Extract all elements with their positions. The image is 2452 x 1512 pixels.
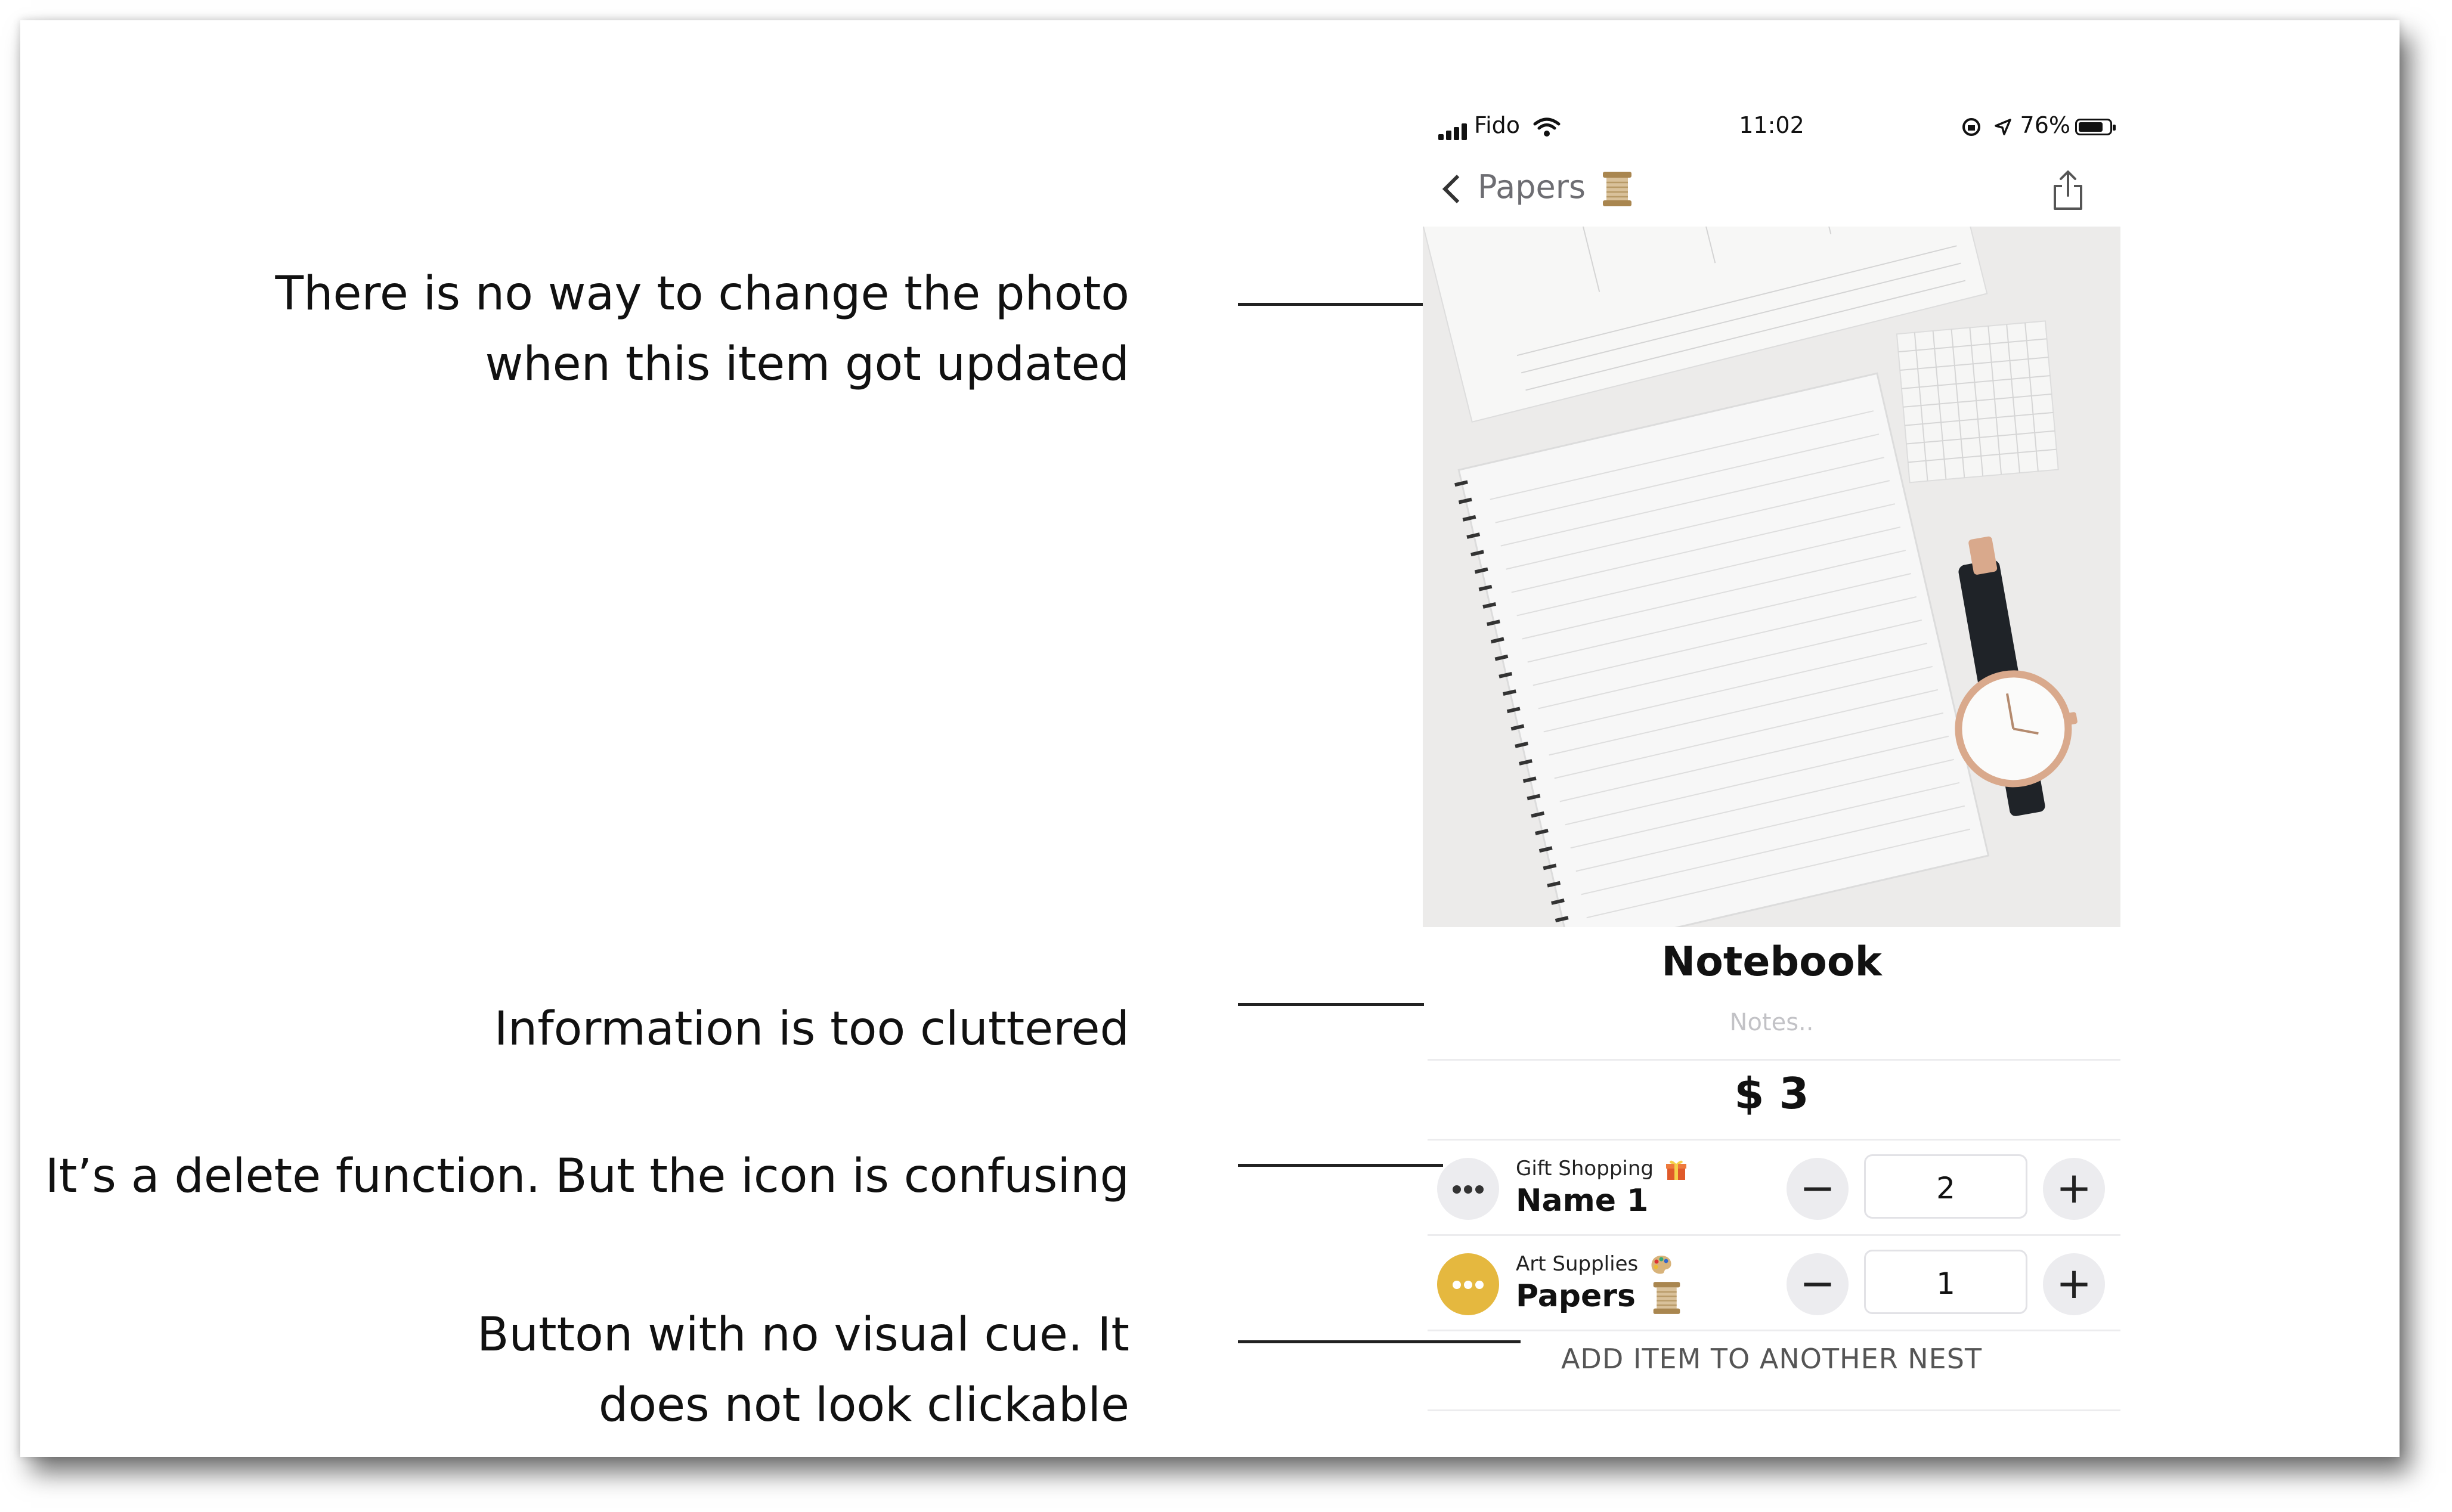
annotation-delete: It’s a delete function. But the icon is … — [45, 1150, 1129, 1203]
increment-button[interactable]: + — [2043, 1158, 2105, 1220]
slide-card: There is no way to change the photo when… — [20, 20, 2400, 1457]
back-button[interactable]: Papers — [1438, 168, 1634, 207]
battery-icon — [2075, 118, 2116, 135]
annotation-button-line2: does not look clickable — [598, 1378, 1129, 1432]
nav-bar: Papers — [1423, 161, 2120, 227]
item-photo — [1423, 227, 2120, 927]
nest-row-gift-shopping: Gift Shopping Name 1 − 2 + — [1423, 1140, 2120, 1234]
status-bar: Fido 11:02 76% — [1423, 97, 2120, 156]
notes-field[interactable]: Notes.. — [1423, 1009, 2120, 1036]
divider — [1428, 1409, 2120, 1411]
location-icon — [1995, 118, 2012, 135]
notebook-photo-image — [1423, 227, 2120, 927]
divider — [1428, 1330, 2120, 1331]
spool-icon — [1653, 1282, 1680, 1314]
quantity-field[interactable]: 1 — [1864, 1250, 2027, 1314]
nest-name: Name 1 — [1516, 1183, 1649, 1219]
item-title[interactable]: Notebook — [1423, 938, 2120, 986]
annotation-photo-line1: There is no way to change the photo — [275, 267, 1129, 321]
annotation-button: Button with no visual cue. It does not l… — [477, 1300, 1129, 1440]
nest-category: Art Supplies — [1516, 1252, 1673, 1276]
decrement-button[interactable]: − — [1787, 1158, 1849, 1220]
quantity-field[interactable]: 2 — [1864, 1154, 2027, 1219]
palette-icon — [1651, 1255, 1671, 1274]
annotation-photo-line2: when this item got updated — [485, 337, 1129, 391]
nest-category-label: Gift Shopping — [1516, 1157, 1654, 1181]
phone-screen: Fido 11:02 76% Papers Notebook Notes.. $… — [1423, 97, 2120, 1411]
increment-button[interactable]: + — [2043, 1253, 2105, 1315]
gift-icon — [1665, 1160, 1686, 1180]
orientation-lock-icon — [1962, 117, 1981, 136]
more-options-button[interactable] — [1437, 1253, 1499, 1315]
divider — [1428, 1059, 2120, 1061]
nest-name: Papers — [1516, 1278, 1682, 1315]
add-to-nest-button[interactable]: ADD ITEM TO ANOTHER NEST — [1423, 1343, 2120, 1375]
nest-category-label: Art Supplies — [1516, 1252, 1639, 1276]
back-label: Papers — [1478, 168, 1586, 206]
spool-icon — [1603, 172, 1632, 207]
decrement-button[interactable]: − — [1787, 1253, 1849, 1315]
more-options-button[interactable] — [1437, 1158, 1499, 1220]
status-right: 76% — [1961, 112, 2116, 138]
chevron-left-icon — [1442, 175, 1472, 204]
battery-percent: 76% — [2020, 112, 2070, 138]
pointer-line-info — [1238, 1003, 1424, 1006]
annotation-button-line1: Button with no visual cue. It — [477, 1308, 1129, 1362]
item-price[interactable]: $ 3 — [1423, 1068, 2120, 1118]
pointer-line-photo — [1238, 303, 1424, 306]
annotation-photo: There is no way to change the photo when… — [275, 259, 1129, 399]
share-icon[interactable] — [2051, 169, 2085, 211]
nest-name-label: Papers — [1516, 1278, 1636, 1314]
nest-row-art-supplies: Art Supplies Papers − 1 + — [1423, 1235, 2120, 1330]
pointer-line-delete — [1238, 1164, 1443, 1167]
nest-category: Gift Shopping — [1516, 1157, 1688, 1181]
annotation-info: Information is too cluttered — [494, 1002, 1129, 1056]
